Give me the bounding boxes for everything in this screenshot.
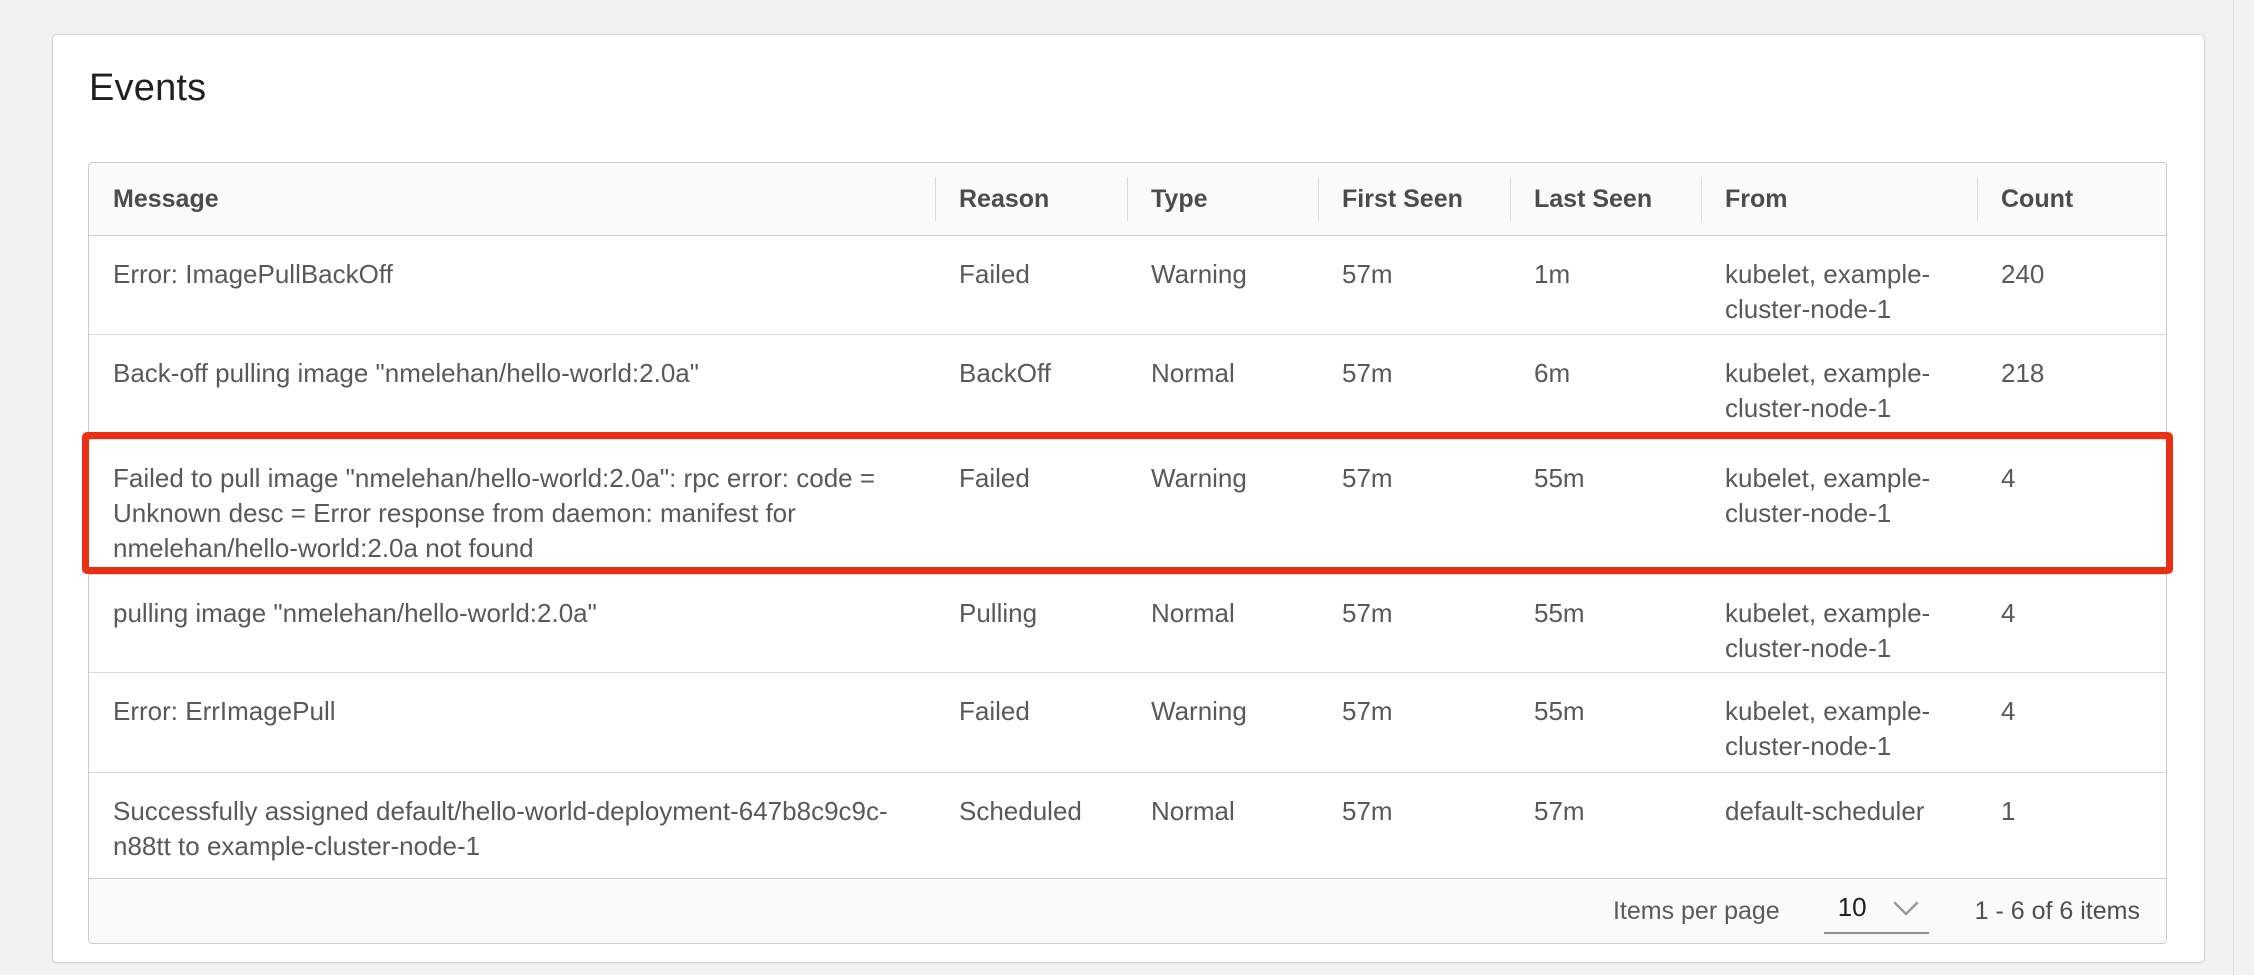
cell-message: Failed to pull image "nmelehan/hello-wor… <box>89 439 935 574</box>
cell-last-seen: 1m <box>1510 236 1701 334</box>
window-edge-divider <box>2233 0 2234 975</box>
cell-last-seen: 6m <box>1510 334 1701 439</box>
table-row: Error: ImagePullBackOff Failed Warning 5… <box>89 236 2167 334</box>
items-per-page-label: Items per page <box>1613 897 1780 926</box>
cell-reason: BackOff <box>935 334 1127 439</box>
cell-from: kubelet, example-cluster-node-1 <box>1701 236 1977 334</box>
cell-first-seen: 57m <box>1318 772 1510 878</box>
cell-count: 240 <box>1977 236 2167 334</box>
table-row: Back-off pulling image "nmelehan/hello-w… <box>89 334 2167 439</box>
cell-from: kubelet, example-cluster-node-1 <box>1701 439 1977 574</box>
cell-from: default-scheduler <box>1701 772 1977 878</box>
cell-count: 4 <box>1977 439 2167 574</box>
items-per-page-select[interactable]: 10 <box>1824 889 1929 934</box>
cell-message: pulling image "nmelehan/hello-world:2.0a… <box>89 574 935 672</box>
cell-from: kubelet, example-cluster-node-1 <box>1701 672 1977 772</box>
cell-message: Error: ImagePullBackOff <box>89 236 935 334</box>
column-header-count: Count <box>1977 163 2167 236</box>
cell-from: kubelet, example-cluster-node-1 <box>1701 574 1977 672</box>
cell-count: 4 <box>1977 574 2167 672</box>
events-datagrid: Message Reason Type First Seen Last Seen… <box>88 162 2167 944</box>
chevron-down-icon <box>1893 895 1919 924</box>
cell-first-seen: 57m <box>1318 236 1510 334</box>
cell-message: Successfully assigned default/hello-worl… <box>89 772 935 878</box>
cell-last-seen: 55m <box>1510 574 1701 672</box>
column-header-reason: Reason <box>935 163 1127 236</box>
column-header-type: Type <box>1127 163 1318 236</box>
cell-count: 4 <box>1977 672 2167 772</box>
cell-last-seen: 55m <box>1510 672 1701 772</box>
column-header-last-seen: Last Seen <box>1510 163 1701 236</box>
cell-first-seen: 57m <box>1318 334 1510 439</box>
cell-first-seen: 57m <box>1318 574 1510 672</box>
cell-type: Normal <box>1127 574 1318 672</box>
cell-first-seen: 57m <box>1318 672 1510 772</box>
cell-type: Normal <box>1127 334 1318 439</box>
pagination-range: 1 - 6 of 6 items <box>1975 897 2140 926</box>
cell-message: Error: ErrImagePull <box>89 672 935 772</box>
cell-last-seen: 57m <box>1510 772 1701 878</box>
cell-count: 218 <box>1977 334 2167 439</box>
column-header-first-seen: First Seen <box>1318 163 1510 236</box>
cell-from: kubelet, example-cluster-node-1 <box>1701 334 1977 439</box>
table-row: pulling image "nmelehan/hello-world:2.0a… <box>89 574 2167 672</box>
cell-reason: Failed <box>935 236 1127 334</box>
cell-reason: Failed <box>935 672 1127 772</box>
cell-message: Back-off pulling image "nmelehan/hello-w… <box>89 334 935 439</box>
column-header-from: From <box>1701 163 1977 236</box>
cell-first-seen: 57m <box>1318 439 1510 574</box>
events-card: Events Message Reason Type First Seen La… <box>52 34 2205 963</box>
page-title: Events <box>89 67 2168 110</box>
cell-type: Warning <box>1127 439 1318 574</box>
table-row-highlighted: Failed to pull image "nmelehan/hello-wor… <box>89 439 2167 574</box>
column-header-message: Message <box>89 163 935 236</box>
cell-type: Warning <box>1127 672 1318 772</box>
datagrid-footer: Items per page 10 1 - 6 of 6 items <box>89 878 2166 943</box>
cell-type: Normal <box>1127 772 1318 878</box>
datagrid-frame: Message Reason Type First Seen Last Seen… <box>88 162 2167 944</box>
table-row: Successfully assigned default/hello-worl… <box>89 772 2167 878</box>
items-per-page-value: 10 <box>1838 892 1867 923</box>
table-row: Error: ErrImagePull Failed Warning 57m 5… <box>89 672 2167 772</box>
header-row: Message Reason Type First Seen Last Seen… <box>89 163 2167 236</box>
cell-type: Warning <box>1127 236 1318 334</box>
cell-reason: Pulling <box>935 574 1127 672</box>
cell-reason: Failed <box>935 439 1127 574</box>
cell-last-seen: 55m <box>1510 439 1701 574</box>
cell-count: 1 <box>1977 772 2167 878</box>
cell-reason: Scheduled <box>935 772 1127 878</box>
